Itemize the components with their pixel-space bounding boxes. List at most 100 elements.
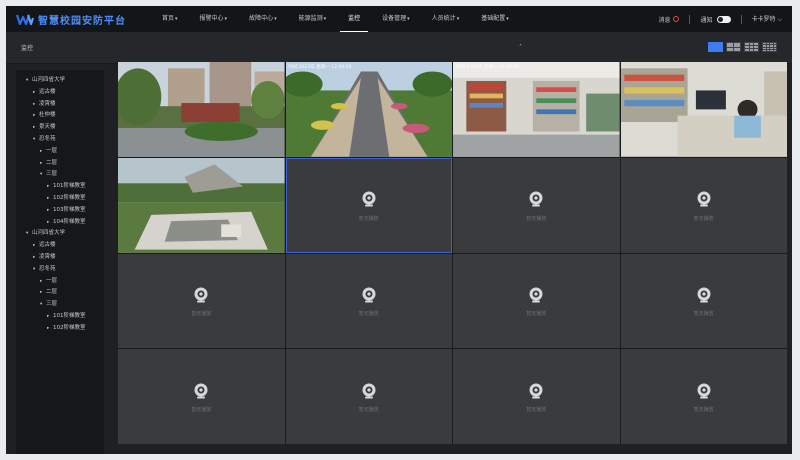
camera-placeholder-icon xyxy=(194,383,208,399)
video-cell-empty[interactable]: 暂无播放 xyxy=(620,349,787,444)
empty-feed-label: 暂无播放 xyxy=(693,215,714,222)
video-cell-empty[interactable]: 暂无播放 xyxy=(285,349,452,444)
tree-node[interactable]: ▸ 一层 xyxy=(16,276,104,288)
tree-node[interactable]: ▸ 101阶梯教室 xyxy=(16,181,104,193)
nav-item-4[interactable]: 监控 xyxy=(340,6,369,32)
tree-node-label: 103阶梯教室 xyxy=(53,206,86,213)
video-cell-empty[interactable]: 暂无播放 xyxy=(620,253,787,349)
tree-node-label: 忍冬苑 xyxy=(39,265,56,272)
video-cell-empty[interactable]: 暂无播放 xyxy=(285,157,452,253)
message-alert-icon[interactable] xyxy=(673,16,680,22)
logo[interactable]: 智慧校园安防平台 xyxy=(16,12,136,27)
tree-node[interactable]: ▸ 101阶梯教室 xyxy=(16,311,104,323)
page-header: 监控 ˄ xyxy=(6,32,792,64)
tree-node[interactable]: ▸ 凌霄楼 xyxy=(16,252,104,264)
camera-osd-text: 时间 2023年 星期一 12:00:00 xyxy=(288,65,352,70)
video-cell-empty[interactable]: 暂无播放 xyxy=(453,349,620,444)
app-title: 智慧校园安防平台 xyxy=(38,15,126,27)
caret-down-icon: ▾ xyxy=(407,16,410,22)
nav-item-3[interactable]: 能源监测▾ xyxy=(291,6,335,32)
tree-node[interactable]: ▾ 山河四省大学 xyxy=(16,75,104,87)
nav-item-2[interactable]: 故障中心▾ xyxy=(241,6,285,32)
video-cell[interactable] xyxy=(118,62,285,157)
tree-node-label: 杜仲楼 xyxy=(39,112,56,119)
tree-node-label: 三层 xyxy=(46,171,58,178)
nav-item-label: 首页 xyxy=(162,15,175,22)
video-cell-empty[interactable]: 暂无播放 xyxy=(453,157,620,253)
tree-node-label: 101阶梯教室 xyxy=(53,183,86,190)
camera-feed-counter xyxy=(620,62,787,157)
nav-item-label: 基础配置 xyxy=(481,15,506,22)
tree-node[interactable]: ▾ 三层 xyxy=(16,299,104,311)
video-cell-empty[interactable]: 暂无播放 xyxy=(118,253,285,349)
camera-osd-text: 时间 2023年 星期一 12:00:00 xyxy=(456,65,519,70)
video-cell[interactable] xyxy=(620,62,787,157)
empty-feed-label: 暂无播放 xyxy=(526,407,547,414)
video-cell-empty[interactable]: 暂无播放 xyxy=(118,349,285,444)
tree-node-label: 二层 xyxy=(46,289,58,296)
empty-feed-label: 暂无播放 xyxy=(191,407,212,414)
nav-item-label: 故障中心 xyxy=(249,15,274,22)
nav-item-6[interactable]: 人员统计▾ xyxy=(424,6,468,32)
nav-item-1[interactable]: 报警中心▾ xyxy=(192,6,236,32)
tree-node[interactable]: ▾ 忍冬苑 xyxy=(16,134,104,146)
layout-1-button[interactable] xyxy=(708,42,723,52)
tree-node[interactable]: ▸ 杜仲楼 xyxy=(16,110,104,122)
tree-node[interactable]: ▸ 二层 xyxy=(16,158,104,170)
tree-node-label: 101阶梯教室 xyxy=(53,312,86,319)
main-nav: 首页▾ 报警中心▾ 故障中心▾ 能源监测▾ 监控 设备管理▾ 人员统计▾ 基础配置▾ xyxy=(154,6,523,32)
empty-feed-label: 暂无播放 xyxy=(358,407,379,414)
nav-item-0[interactable]: 首页▾ xyxy=(154,6,186,32)
tree-node[interactable]: ▸ 凌霄楼 xyxy=(16,99,104,111)
tree-node[interactable]: ▸ 二层 xyxy=(16,287,104,299)
camera-feed-street xyxy=(118,62,285,157)
tree-node-label: 102阶梯教室 xyxy=(53,324,86,331)
tree-node[interactable]: ▸ 远古楼 xyxy=(16,240,104,252)
tree-node-label: 凌霄楼 xyxy=(39,100,56,107)
tree-node[interactable]: ▸ 102阶梯教室 xyxy=(16,193,104,205)
tree-node-label: 一层 xyxy=(46,147,58,154)
camera-placeholder-icon xyxy=(697,191,711,207)
collapse-toggle-icon[interactable]: ˄ xyxy=(519,44,522,51)
caret-down-icon: ▾ xyxy=(224,16,228,22)
tree-node-label: 104阶梯教室 xyxy=(53,218,86,225)
tree-node[interactable]: ▾ 忍冬苑 xyxy=(16,264,104,276)
tree-node[interactable]: ▸ 104阶梯教室 xyxy=(16,217,104,229)
location-tree: ▾ 山河四省大学 ▸ 远古楼 ▸ 凌霄楼 ▸ 杜仲楼 ▸ 景天楼 ▾ 忍冬苑 ▸ 一层 ▸ 二层 ▾ 三层 ▸ 101… xyxy=(16,70,104,454)
tree-node-label: 一层 xyxy=(46,277,58,284)
caret-down-icon: ▾ xyxy=(274,16,277,22)
tree-node-label: 二层 xyxy=(46,159,58,166)
nav-item-7[interactable]: 基础配置▾ xyxy=(473,6,517,32)
camera-placeholder-icon xyxy=(529,191,543,207)
tree-node[interactable]: ▸ 一层 xyxy=(16,146,104,158)
page-title: 监控 xyxy=(21,45,34,52)
layout-9-button[interactable] xyxy=(744,42,759,52)
layout-4-button[interactable] xyxy=(726,42,741,52)
camera-feed-shop xyxy=(453,62,620,157)
tree-node-label: 远古楼 xyxy=(39,88,56,95)
tree-node-label: 山河四省大学 xyxy=(32,230,66,237)
camera-feed-plaza xyxy=(118,157,285,253)
empty-feed-label: 暂无播放 xyxy=(526,311,547,318)
tree-node[interactable]: ▾ 山河四省大学 xyxy=(16,228,104,240)
video-cell[interactable]: 时间 2023年 星期一 12:00:00 xyxy=(285,62,452,157)
video-cell-empty[interactable]: 暂无播放 xyxy=(285,253,452,349)
tree-node[interactable]: ▸ 103阶梯教室 xyxy=(16,205,104,217)
user-menu[interactable]: 卡卡罗特 ⌵ xyxy=(752,14,783,24)
tree-node[interactable]: ▸ 远古楼 xyxy=(16,87,104,99)
layout-16-button[interactable] xyxy=(762,42,777,52)
video-cell-empty[interactable]: 暂无播放 xyxy=(453,253,620,349)
caret-down-icon: ▾ xyxy=(175,16,178,22)
video-cell-empty[interactable]: 暂无播放 xyxy=(620,157,787,253)
video-cell[interactable]: 时间 2023年 星期一 12:00:00 xyxy=(453,62,620,157)
video-cell[interactable] xyxy=(118,157,285,253)
tree-node[interactable]: ▾ 三层 xyxy=(16,169,104,181)
video-grid: 时间 2023年 星期一 12:00:00 时间 2023年 星期一 12:00… xyxy=(118,62,787,444)
notify-toggle[interactable] xyxy=(716,15,731,23)
nav-item-5[interactable]: 设备管理▾ xyxy=(374,6,418,32)
tree-node[interactable]: ▸ 景天楼 xyxy=(16,122,104,134)
tree-node[interactable]: ▸ 102阶梯教室 xyxy=(16,323,104,335)
empty-feed-label: 暂无播放 xyxy=(191,311,212,318)
messages-link[interactable]: 消息 xyxy=(658,15,670,24)
empty-feed-label: 暂无播放 xyxy=(693,311,714,318)
